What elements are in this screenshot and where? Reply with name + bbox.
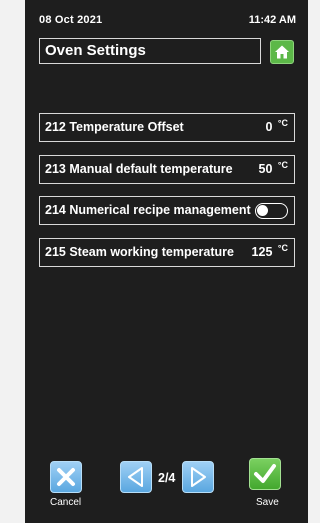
- arrow-left-icon: [128, 467, 143, 487]
- setting-value: 0 °C: [265, 118, 288, 134]
- cancel-button[interactable]: [50, 461, 82, 493]
- previous-page-button[interactable]: [120, 461, 152, 493]
- cancel-x-icon: [57, 468, 75, 486]
- home-icon: [275, 45, 289, 59]
- setting-label: 214 Numerical recipe management: [45, 203, 251, 217]
- page-indicator: 2/4: [158, 471, 176, 485]
- setting-row-212[interactable]: 212 Temperature Offset 0 °C: [39, 113, 295, 142]
- recipe-management-toggle[interactable]: [255, 203, 288, 219]
- oven-settings-screen: 08 Oct 2021 11:42 AM Oven Settings 212 T…: [25, 0, 308, 523]
- setting-row-214: 214 Numerical recipe management: [39, 196, 295, 225]
- arrow-right-icon: [191, 467, 206, 487]
- cancel-label: Cancel: [50, 497, 82, 508]
- page-title-box: Oven Settings: [39, 38, 261, 64]
- toggle-knob: [257, 205, 268, 216]
- home-button[interactable]: [270, 40, 294, 64]
- setting-value: 125 °C: [251, 243, 288, 259]
- setting-label: 213 Manual default temperature: [45, 162, 233, 176]
- setting-row-213[interactable]: 213 Manual default temperature 50 °C: [39, 155, 295, 184]
- date-text: 08 Oct 2021: [39, 14, 103, 26]
- page-title: Oven Settings: [45, 42, 146, 59]
- time-text: 11:42 AM: [248, 14, 296, 26]
- setting-value: 50 °C: [258, 160, 289, 176]
- next-page-button[interactable]: [182, 461, 214, 493]
- checkmark-icon: [254, 464, 276, 483]
- setting-label: 215 Steam working temperature: [45, 245, 234, 259]
- status-bar: 08 Oct 2021 11:42 AM: [25, 0, 308, 38]
- save-button[interactable]: [249, 458, 281, 490]
- setting-row-215[interactable]: 215 Steam working temperature 125 °C: [39, 238, 295, 267]
- setting-label: 212 Temperature Offset: [45, 120, 184, 134]
- save-label: Save: [256, 497, 279, 508]
